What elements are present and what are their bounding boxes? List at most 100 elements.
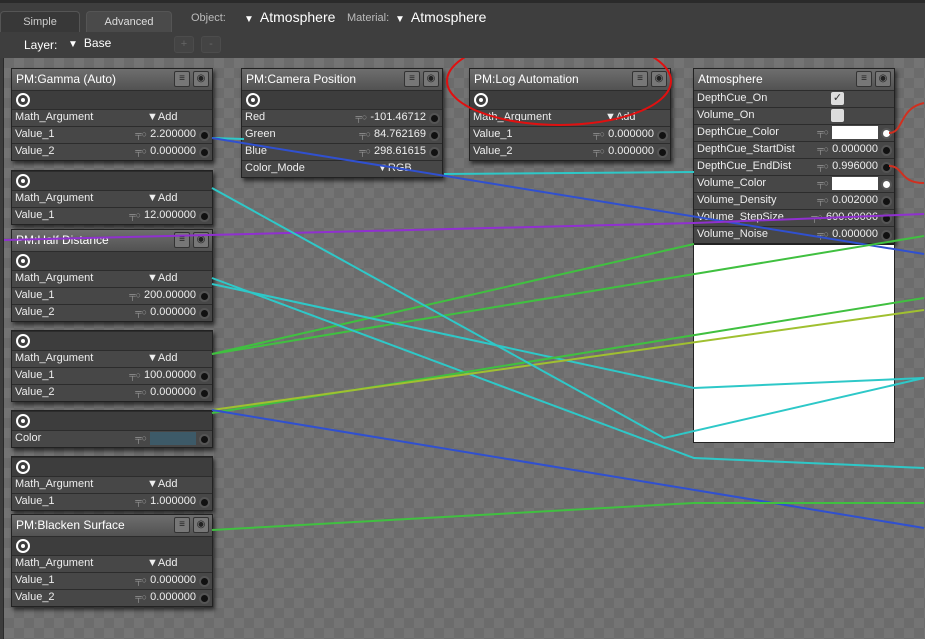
input-connector-icon[interactable] — [199, 434, 210, 445]
parameter-row[interactable]: Volume_StepSize ╤○ 600.00006 — [694, 209, 894, 226]
key-icon[interactable]: ╤○ — [129, 210, 141, 220]
param-value-field[interactable]: ╤○ -101.46712 — [356, 111, 426, 123]
input-connector-icon[interactable] — [881, 213, 892, 224]
input-connector-icon[interactable] — [657, 147, 668, 158]
param-value-field[interactable]: ╤○ 100.00000 — [129, 369, 196, 381]
color-swatch[interactable] — [832, 177, 878, 190]
param-value-field[interactable]: ╤○ 0.002000 — [817, 194, 878, 206]
param-value-field[interactable]: ╤○ 0.000000 — [817, 143, 878, 155]
input-connector-icon[interactable] — [199, 497, 210, 508]
node-panel[interactable]: PM:Camera Position ≡ ◉ Red ╤○ -101.46712 Green… — [241, 68, 443, 178]
parameter-row[interactable]: Value_1 ╤○ 0.000000 — [470, 126, 670, 143]
key-icon[interactable]: ╤○ — [135, 433, 147, 443]
input-connector-icon[interactable] — [881, 230, 892, 241]
param-value-field[interactable]: ╤○ 0.000000 — [135, 145, 196, 157]
parameter-row[interactable]: Value_2 ╤○ 0.000000 — [12, 384, 212, 401]
eye-icon[interactable]: ◉ — [193, 517, 209, 533]
key-icon[interactable]: ╤○ — [129, 290, 141, 300]
key-icon[interactable]: ╤○ — [135, 575, 147, 585]
input-connector-icon[interactable] — [429, 113, 440, 124]
node-panel[interactable]: Math_Argument ▼Add Value_1 ╤○ 12.000000 — [11, 170, 213, 225]
param-value-field[interactable]: ╤○ 200.00000 — [129, 289, 196, 301]
remove-layer-button[interactable]: - — [201, 36, 221, 53]
color-swatch[interactable] — [150, 432, 196, 445]
param-value-field[interactable]: ╤○ 84.762169 — [359, 128, 426, 140]
parameter-row[interactable]: Value_1 ╤○ 1.000000 — [12, 493, 212, 510]
input-connector-icon[interactable] — [199, 576, 210, 587]
param-dropdown[interactable]: ▼RGB — [377, 162, 412, 174]
output-connector-icon[interactable] — [16, 254, 30, 268]
parameter-row[interactable]: Blue ╤○ 298.61615 — [242, 143, 442, 160]
param-value-field[interactable]: ╤○ 0.000000 — [135, 386, 196, 398]
object-dropdown[interactable]: ▼ Atmosphere — [244, 9, 335, 25]
param-value-field[interactable]: ╤○ 0.996000 — [817, 160, 878, 172]
parameter-row[interactable]: Value_1 ╤○ 2.200000 — [12, 126, 212, 143]
param-value-field[interactable]: ╤○ 0.000000 — [593, 145, 654, 157]
parameter-row[interactable]: Math_Argument ▼Add — [12, 190, 212, 207]
input-connector-icon[interactable] — [199, 291, 210, 302]
parameter-row[interactable]: DepthCue_On ✓ — [694, 90, 894, 107]
key-icon[interactable]: ╤○ — [135, 146, 147, 156]
parameter-row[interactable]: Math_Argument ▼Add — [12, 476, 212, 493]
input-connector-icon[interactable] — [199, 371, 210, 382]
key-icon[interactable]: ╤○ — [135, 496, 147, 506]
param-value-field[interactable]: ╤○ 0.000000 — [135, 574, 196, 586]
key-icon[interactable]: ╤○ — [135, 387, 147, 397]
parameter-row[interactable]: Math_Argument ▼Add — [12, 270, 212, 287]
parameter-row[interactable]: Value_2 ╤○ 0.000000 — [12, 304, 212, 321]
output-connector-icon[interactable] — [16, 93, 30, 107]
eye-icon[interactable]: ◉ — [193, 232, 209, 248]
color-field[interactable]: ╤○ — [135, 432, 196, 445]
node-panel[interactable]: Color ╤○ — [11, 410, 213, 448]
parameter-row[interactable]: Value_2 ╤○ 0.000000 — [12, 143, 212, 160]
parameter-row[interactable]: Volume_Density ╤○ 0.002000 — [694, 192, 894, 209]
input-connector-icon[interactable] — [657, 130, 668, 141]
param-dropdown[interactable]: ▼Add — [147, 192, 177, 204]
node-panel[interactable]: PM:Log Automation ≡ ◉ Math_Argument ▼Add Valu… — [469, 68, 671, 161]
key-icon[interactable]: ╤○ — [817, 161, 829, 171]
panel-header[interactable]: PM:Blacken Surface ≡ ◉ — [12, 515, 212, 536]
node-canvas[interactable]: PM:Gamma (Auto) ≡ ◉ Math_Argument ▼Add Value_… — [3, 58, 925, 639]
panel-header[interactable]: PM:Camera Position ≡ ◉ — [242, 69, 442, 90]
panel-header[interactable]: Atmosphere ≡ ◉ — [694, 69, 894, 90]
input-connector-icon[interactable] — [199, 308, 210, 319]
parameter-row[interactable]: Color ╤○ — [12, 430, 212, 447]
param-value-field[interactable]: ╤○ 600.00006 — [811, 211, 878, 223]
param-value-field[interactable]: ╤○ 0.000000 — [817, 228, 878, 240]
tab-advanced[interactable]: Advanced — [86, 11, 172, 33]
input-connector-icon[interactable] — [199, 388, 210, 399]
output-connector-icon[interactable] — [16, 414, 30, 428]
eye-icon[interactable]: ◉ — [651, 71, 667, 87]
input-connector-icon[interactable] — [429, 147, 440, 158]
list-icon[interactable]: ≡ — [856, 71, 872, 87]
input-connector-icon[interactable] — [199, 130, 210, 141]
layer-dropdown[interactable]: ▼ Base — [68, 36, 111, 50]
parameter-row[interactable]: Color_Mode ▼RGB — [242, 160, 442, 177]
key-icon[interactable]: ╤○ — [359, 129, 371, 139]
input-connector-icon[interactable] — [881, 179, 892, 190]
parameter-row[interactable]: Volume_Color ╤○ — [694, 175, 894, 192]
parameter-row[interactable]: DepthCue_Color ╤○ — [694, 124, 894, 141]
key-icon[interactable]: ╤○ — [593, 146, 605, 156]
input-connector-icon[interactable] — [881, 162, 892, 173]
node-panel[interactable]: Atmosphere ≡ ◉ DepthCue_On ✓ Volume_On DepthCu… — [693, 68, 895, 244]
list-icon[interactable]: ≡ — [404, 71, 420, 87]
parameter-row[interactable]: Volume_On — [694, 107, 894, 124]
parameter-row[interactable]: DepthCue_StartDist ╤○ 0.000000 — [694, 141, 894, 158]
panel-header[interactable]: PM:Gamma (Auto) ≡ ◉ — [12, 69, 212, 90]
input-connector-icon[interactable] — [881, 128, 892, 139]
output-connector-icon[interactable] — [474, 93, 488, 107]
node-panel[interactable]: PM:Gamma (Auto) ≡ ◉ Math_Argument ▼Add Value_… — [11, 68, 213, 161]
material-dropdown[interactable]: ▼ Atmosphere — [395, 9, 486, 25]
key-icon[interactable]: ╤○ — [135, 592, 147, 602]
eye-icon[interactable]: ◉ — [423, 71, 439, 87]
node-panel[interactable]: Math_Argument ▼Add Value_1 ╤○ 100.00000 Value… — [11, 330, 213, 402]
output-connector-icon[interactable] — [16, 460, 30, 474]
parameter-row[interactable]: Value_1 ╤○ 100.00000 — [12, 367, 212, 384]
parameter-row[interactable]: DepthCue_EndDist ╤○ 0.996000 — [694, 158, 894, 175]
color-swatch[interactable] — [832, 126, 878, 139]
panel-header[interactable]: PM:Half Distance ≡ ◉ — [12, 230, 212, 251]
param-dropdown[interactable]: ▼Add — [147, 111, 177, 123]
param-value-field[interactable]: ╤○ 0.000000 — [135, 306, 196, 318]
tab-simple[interactable]: Simple — [0, 11, 80, 33]
